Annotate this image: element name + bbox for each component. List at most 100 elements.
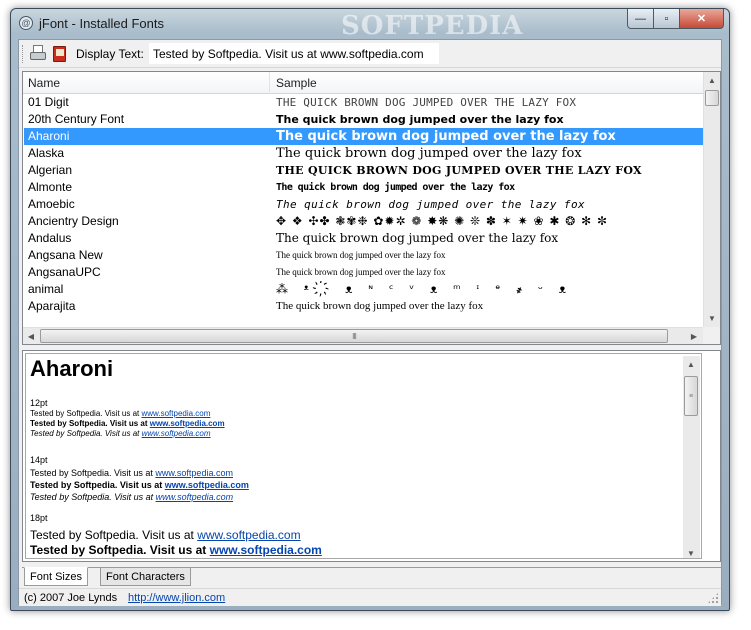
preview-vertical-scrollbar[interactable]: ▲ ≡ ▼	[683, 356, 700, 558]
printer-icon[interactable]	[29, 45, 47, 63]
preview-block-18pt: 18pt Tested by Softpedia. Visit us at ww…	[30, 511, 322, 559]
preview-text: Tested by Softpedia. Visit us at	[30, 419, 150, 428]
font-row-animal[interactable]: animal ⁂ ᵜ ҉ ᴥ ᶰ ᶜ ᵛ ᴥ ᵐ ᶦ ᶱ ҂ ᵕ ᴥ	[24, 281, 704, 298]
font-row-algerian[interactable]: Algerian THE QUICK BROWN DOG JUMPED OVER…	[24, 162, 704, 179]
preview-text: Tested by Softpedia. Visit us at	[30, 492, 156, 502]
font-row-aparajita[interactable]: Aparajita The quick brown dog jumped ove…	[24, 298, 704, 315]
preview-link[interactable]: www.softpedia.com	[150, 419, 225, 428]
font-name: Almonte	[28, 180, 73, 194]
tab-font-sizes[interactable]: Font Sizes	[24, 567, 88, 586]
maximize-button[interactable]: ▫	[654, 9, 680, 29]
preview-link[interactable]: www.softpedia.com	[197, 528, 300, 542]
resize-grip-icon[interactable]	[707, 592, 719, 604]
column-header-name[interactable]: Name	[23, 72, 270, 94]
font-row-almonte[interactable]: Almonte The quick brown dog jumped over …	[24, 179, 704, 196]
font-name: AngsanaUPC	[28, 265, 101, 279]
preview-link[interactable]: www.softpedia.com	[165, 480, 249, 490]
font-row-ancientry-design[interactable]: Ancientry Design ✥ ❖ ✣✤ ❃✾❉ ✿✹✲ ❁ ✸❋ ✺ ❊…	[24, 213, 704, 230]
font-name: Alaska	[28, 146, 65, 160]
font-sample: The quick brown dog jumped over the lazy…	[276, 182, 515, 193]
scroll-down-arrow-icon[interactable]: ▼	[683, 545, 699, 558]
app-window: @ jFont - Installed Fonts SOFTPEDIA — ▫ …	[10, 8, 730, 611]
font-row-alaska[interactable]: Alaska The quick brown dog jumped over t…	[24, 145, 704, 162]
column-header-sample[interactable]: Sample	[271, 72, 701, 94]
size-label: 14pt	[30, 455, 48, 465]
scroll-right-arrow-icon[interactable]: ▶	[686, 328, 702, 344]
size-label: 18pt	[30, 513, 48, 523]
window-controls: — ▫ ✕	[627, 9, 724, 29]
font-row-aharoni[interactable]: Aharoni The quick brown dog jumped over …	[24, 128, 704, 145]
font-sample: The quick brown dog jumped over the lazy…	[276, 113, 564, 126]
close-button[interactable]: ✕	[680, 9, 724, 29]
preview-link[interactable]: www.softpedia.com	[155, 468, 233, 478]
font-sample: The quick brown dog jumped over the lazy…	[276, 231, 559, 245]
list-vertical-scrollbar[interactable]: ▲ ▼	[703, 72, 720, 327]
preview-link[interactable]: www.softpedia.com	[141, 409, 210, 418]
font-sample: THE QUICK BROWN DOG JUMPED OVER THE LAZY…	[276, 96, 577, 109]
window-title: jFont - Installed Fonts	[39, 16, 164, 31]
font-row-andalus[interactable]: Andalus The quick brown dog jumped over …	[24, 230, 704, 247]
list-horizontal-scrollbar[interactable]: ◀ III ▶	[23, 327, 705, 344]
preview-line-italic: Tested by Softpedia. Visit us at www.sof…	[30, 558, 322, 559]
font-name: Andalus	[28, 231, 72, 245]
font-name: 01 Digit	[28, 95, 69, 109]
preview-line-bold: Tested by Softpedia. Visit us at www.sof…	[30, 543, 322, 558]
list-rows: 01 Digit THE QUICK BROWN DOG JUMPED OVER…	[23, 94, 705, 327]
font-sample: THE QUICK BROWN DOG JUMPED OVER THE LAZY…	[276, 164, 642, 177]
font-row-20th-century[interactable]: 20th Century Font The quick brown dog ju…	[24, 111, 704, 128]
preview-link[interactable]: www.softpedia.com	[156, 492, 234, 502]
at-sign-icon: @	[19, 16, 33, 30]
preview-line-bold: Tested by Softpedia. Visit us at www.sof…	[30, 419, 225, 429]
copyright-text: (c) 2007 Joe Lynds	[24, 592, 118, 604]
size-label: 12pt	[30, 398, 48, 408]
preview-text: Tested by Softpedia. Visit us at	[30, 480, 165, 490]
client-area: Display Text: Name Sample 01 Digit THE Q…	[18, 39, 722, 606]
font-name: Algerian	[28, 163, 73, 177]
font-name: 20th Century Font	[28, 112, 125, 126]
preview-document[interactable]: Aharoni 12pt Tested by Softpedia. Visit …	[25, 353, 702, 559]
preview-panel: Aharoni 12pt Tested by Softpedia. Visit …	[22, 350, 721, 562]
list-scroll-thumb[interactable]	[705, 90, 719, 106]
font-sample: The quick brown dog jumped over the lazy…	[276, 146, 582, 161]
status-bar: (c) 2007 Joe Lynds http://www.jlion.com	[19, 588, 721, 606]
preview-scroll-thumb[interactable]: ≡	[684, 376, 698, 416]
website-link[interactable]: http://www.jlion.com	[128, 589, 225, 607]
font-sample: The quick brown dog jumped over the lazy…	[276, 129, 616, 144]
scroll-left-arrow-icon[interactable]: ◀	[23, 328, 39, 344]
font-row-amoebic[interactable]: Amoebic The quick brown dog jumped over …	[24, 196, 704, 213]
display-text-label: Display Text:	[76, 47, 144, 61]
font-sample: The quick brown dog jumped over the lazy…	[276, 267, 446, 277]
preview-text: Tested by Softpedia. Visit us at	[30, 558, 197, 559]
toolbar-grip[interactable]	[22, 45, 25, 63]
font-name: animal	[28, 282, 64, 296]
tab-font-characters[interactable]: Font Characters	[100, 568, 191, 586]
scroll-up-arrow-icon[interactable]: ▲	[704, 72, 720, 89]
font-row-01-digit[interactable]: 01 Digit THE QUICK BROWN DOG JUMPED OVER…	[24, 94, 704, 111]
preview-link[interactable]: www.softpedia.com	[210, 543, 322, 557]
font-name: Ancientry Design	[28, 214, 119, 228]
list-header: Name Sample	[23, 72, 705, 94]
tab-strip: Font Sizes Font Characters	[22, 567, 721, 587]
minimize-button[interactable]: —	[627, 9, 654, 29]
display-text-input[interactable]	[149, 43, 439, 64]
font-list[interactable]: Name Sample 01 Digit THE QUICK BROWN DOG…	[22, 71, 721, 345]
font-name: Aharoni	[28, 129, 70, 143]
preview-block-14pt: 14pt Tested by Softpedia. Visit us at ww…	[30, 454, 249, 503]
preview-link[interactable]: www.softpedia.com	[197, 558, 300, 559]
font-row-angsana-new[interactable]: Angsana New The quick brown dog jumped o…	[24, 247, 704, 264]
list-hscroll-thumb[interactable]: III	[40, 329, 668, 343]
preview-font-name: Aharoni	[30, 356, 114, 381]
preview-line-regular: Tested by Softpedia. Visit us at www.sof…	[30, 409, 225, 419]
preview-text: Tested by Softpedia. Visit us at	[30, 468, 156, 478]
watermark: SOFTPEDIA	[341, 11, 524, 41]
scroll-up-arrow-icon[interactable]: ▲	[683, 356, 699, 373]
font-sample: ⁂ ᵜ ҉ ᴥ ᶰ ᶜ ᵛ ᴥ ᵐ ᶦ ᶱ ҂ ᵕ ᴥ	[276, 282, 573, 296]
font-row-angsanaupc[interactable]: AngsanaUPC The quick brown dog jumped ov…	[24, 264, 704, 281]
preview-line-italic: Tested by Softpedia. Visit us at www.sof…	[30, 429, 225, 439]
book-icon[interactable]	[51, 45, 69, 63]
font-name: Amoebic	[28, 197, 75, 211]
scroll-down-arrow-icon[interactable]: ▼	[704, 310, 720, 327]
preview-text: Tested by Softpedia. Visit us at	[30, 429, 142, 438]
title-bar[interactable]: @ jFont - Installed Fonts SOFTPEDIA — ▫ …	[11, 9, 729, 41]
preview-link[interactable]: www.softpedia.com	[142, 429, 211, 438]
